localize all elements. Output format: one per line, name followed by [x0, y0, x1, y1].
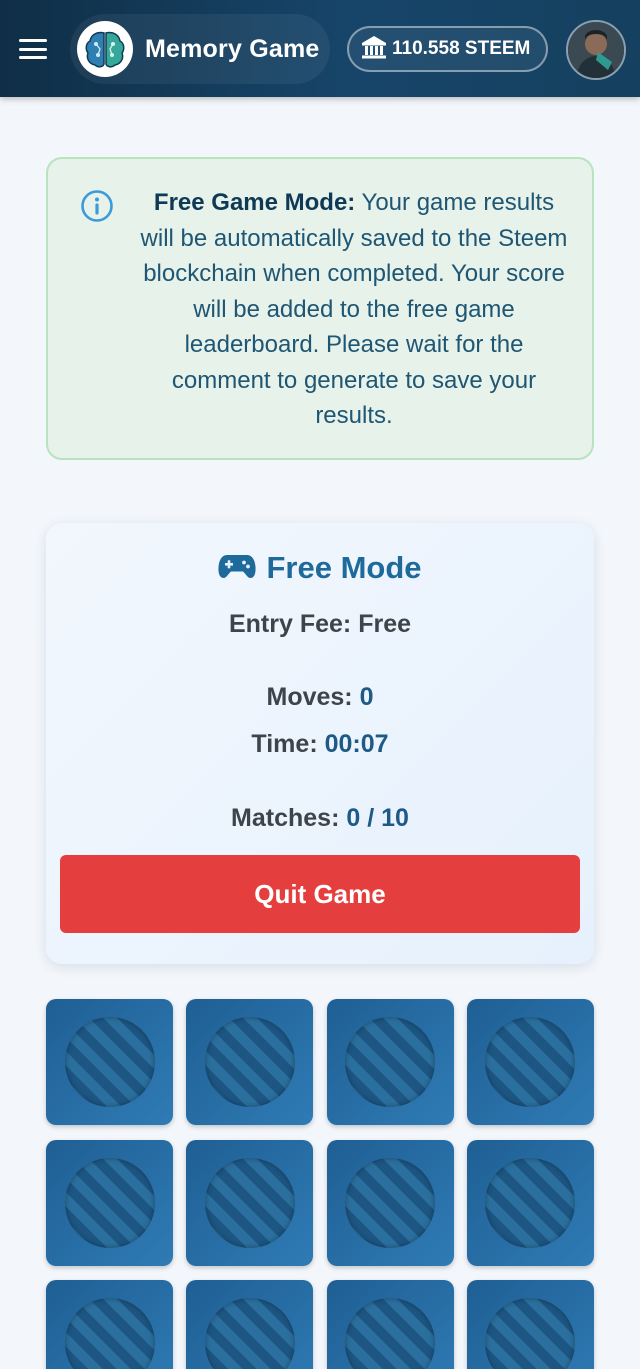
- gamepad-icon: [218, 552, 257, 585]
- info-circle-icon: [80, 189, 114, 228]
- memory-card[interactable]: [326, 999, 454, 1125]
- card-back-pattern-icon: [485, 1298, 576, 1369]
- card-back-pattern-icon: [485, 1157, 576, 1248]
- memory-card[interactable]: [46, 999, 173, 1125]
- timer: Time: 00:07: [46, 730, 594, 759]
- top-app-bar: Memory Game 110.558 STEEM: [0, 0, 640, 97]
- card-back-pattern-icon: [204, 1017, 295, 1107]
- balance-amount: 110.558 STEEM: [392, 38, 531, 59]
- memory-card[interactable]: [46, 1139, 173, 1266]
- time-value: 00:07: [324, 730, 389, 758]
- memory-card[interactable]: [186, 1280, 314, 1369]
- card-back-pattern-icon: [64, 1017, 155, 1107]
- hamburger-menu-icon[interactable]: [18, 36, 48, 62]
- mode-title-text: Free Mode: [266, 550, 422, 585]
- matches-counter: Matches: 0 / 10: [46, 804, 594, 833]
- memory-card[interactable]: [186, 1139, 314, 1266]
- moves-label: Moves:: [266, 683, 353, 711]
- card-back-pattern-icon: [64, 1298, 155, 1369]
- info-body: Your game results will be automatically …: [140, 189, 568, 429]
- moves-counter: Moves: 0: [46, 683, 594, 712]
- matches-value: 0 / 10: [346, 804, 409, 832]
- info-message: Free Game Mode: Your game results will b…: [140, 185, 568, 434]
- memory-card[interactable]: [326, 1280, 454, 1369]
- moves-value: 0: [359, 683, 374, 711]
- entry-fee-value: Free: [358, 610, 412, 638]
- card-back-pattern-icon: [345, 1017, 436, 1107]
- info-heading: Free Game Mode:: [153, 189, 356, 216]
- memory-card[interactable]: [466, 1280, 594, 1369]
- app-title: Memory Game: [145, 34, 320, 63]
- wallet-balance-button[interactable]: 110.558 STEEM: [347, 26, 548, 72]
- user-avatar[interactable]: [566, 20, 626, 80]
- card-back-pattern-icon: [345, 1157, 436, 1248]
- entry-fee: Entry Fee: Free: [46, 610, 594, 639]
- card-back-pattern-icon: [204, 1157, 295, 1248]
- card-back-pattern-icon: [204, 1298, 295, 1369]
- mode-title: Free Mode: [46, 549, 594, 587]
- time-label: Time:: [251, 730, 318, 758]
- memory-card[interactable]: [466, 999, 594, 1125]
- memory-card[interactable]: [466, 1139, 594, 1266]
- brain-logo-icon: [77, 21, 133, 77]
- free-mode-info-alert: Free Game Mode: Your game results will b…: [46, 157, 594, 460]
- game-status-card: Free Mode Entry Fee: Free Moves: 0 Time:…: [46, 523, 594, 964]
- brand-home-link[interactable]: Memory Game: [70, 14, 330, 84]
- entry-fee-label: Entry Fee:: [228, 610, 352, 638]
- memory-card[interactable]: [46, 1280, 173, 1369]
- memory-card-grid: [46, 999, 594, 1369]
- card-back-pattern-icon: [485, 1017, 576, 1107]
- bank-icon: [359, 32, 389, 67]
- matches-label: Matches:: [231, 804, 340, 832]
- memory-card[interactable]: [186, 999, 314, 1125]
- quit-game-button[interactable]: Quit Game: [60, 855, 580, 933]
- memory-card[interactable]: [326, 1139, 454, 1266]
- card-back-pattern-icon: [64, 1157, 155, 1248]
- card-back-pattern-icon: [345, 1298, 436, 1369]
